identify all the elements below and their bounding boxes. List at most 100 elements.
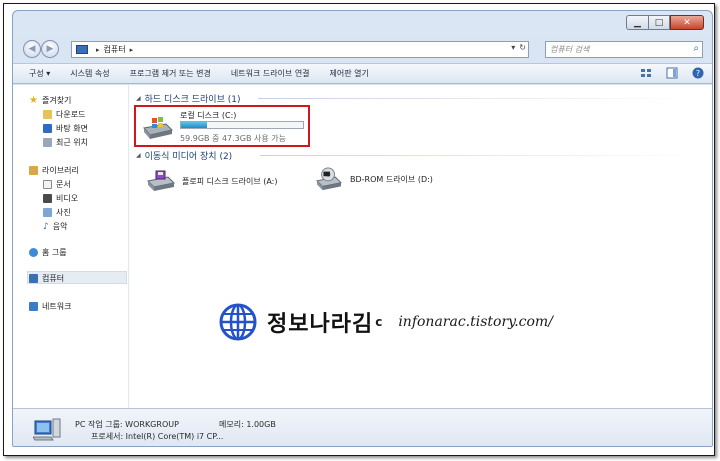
floppy-drive-icon <box>146 170 176 191</box>
breadcrumb-separator: ▸ <box>129 45 134 54</box>
open-control-panel-button[interactable]: 제어판 열기 <box>330 68 369 79</box>
command-bar: 구성 ▾ 시스템 속성 프로그램 제거 또는 변경 네트워크 드라이브 연결 제… <box>13 63 712 84</box>
address-bar[interactable]: ▸ 컴퓨터 ▸ ▾ ↻ <box>71 41 529 58</box>
workstation-icon <box>33 418 61 441</box>
local-disk-icon <box>143 117 173 139</box>
workgroup-info: PC 작업 그룹: WORKGROUP <box>75 420 179 429</box>
nav-favorites[interactable]: ★ 즐겨찾기 <box>29 95 71 106</box>
libraries-icon <box>29 166 38 175</box>
breadcrumb-separator: ▸ <box>96 45 100 54</box>
documents-icon <box>43 180 52 189</box>
bdrom-drive-tile[interactable]: BD-ROM 드라이브 (D:) <box>314 167 433 191</box>
nav-homegroup[interactable]: 홈 그룹 <box>29 247 67 258</box>
main-pane: ◢ 하드 디스크 드라이브 (1) 로컬 디스크 (C:) 59.9GB 중 4… <box>130 85 712 408</box>
system-properties-button[interactable]: 시스템 속성 <box>70 68 109 79</box>
forward-button[interactable]: ▶ <box>41 40 59 58</box>
computer-icon <box>76 45 88 54</box>
view-controls: ? <box>640 67 704 79</box>
nav-music[interactable]: ♪ 음악 <box>43 221 67 232</box>
group-divider <box>260 155 698 156</box>
organize-button[interactable]: 구성 ▾ <box>29 68 50 79</box>
group-label: 이동식 미디어 장치 (2) <box>144 152 233 162</box>
nav-videos[interactable]: 비디오 <box>43 193 78 204</box>
help-icon[interactable]: ? <box>692 67 704 79</box>
drive-c-free-space: 59.9GB 중 47.3GB 사용 가능 <box>180 134 286 143</box>
pictures-icon <box>43 208 52 217</box>
view-options-icon[interactable] <box>640 67 652 79</box>
nav-recent[interactable]: 최근 위치 <box>43 137 88 148</box>
bdrom-drive-icon <box>316 167 342 191</box>
bdrom-drive-label: BD-ROM 드라이브 (D:) <box>350 174 433 184</box>
refresh-icon[interactable]: ↻ <box>519 43 526 52</box>
floppy-drive-tile[interactable]: 플로피 디스크 드라이브 (A:) <box>146 169 278 193</box>
drive-c-tile[interactable]: 로컬 디스크 (C:) 59.9GB 중 47.3GB 사용 가능 <box>134 105 310 147</box>
nav-label: 문서 <box>56 180 71 189</box>
downloads-folder-icon <box>43 110 52 119</box>
address-tools: ▾ ↻ <box>511 43 526 52</box>
nav-label: 라이브러리 <box>42 166 79 175</box>
network-icon <box>29 302 38 311</box>
removable-group-header[interactable]: ◢ 이동식 미디어 장치 (2) <box>136 149 232 162</box>
close-button[interactable]: ✕ <box>670 15 704 30</box>
collapse-triangle-icon[interactable]: ◢ <box>136 95 141 102</box>
nav-computer[interactable]: 컴퓨터 <box>29 273 64 284</box>
group-divider <box>258 98 698 99</box>
collapse-triangle-icon[interactable]: ◢ <box>136 152 141 159</box>
screenshot-stage: ▁ □ ✕ ◀ ▶ ▸ 컴퓨터 ▸ ▾ ↻ 컴퓨터 검색 ⌕ 구성 ▾ 시스템 … <box>0 0 720 461</box>
watermark: 정보나라김 c infonarac.tistory.com/ <box>219 303 553 341</box>
group-label: 하드 디스크 드라이브 (1) <box>144 95 241 105</box>
videos-icon <box>43 194 52 203</box>
preview-pane-icon[interactable] <box>666 67 678 79</box>
search-placeholder: 컴퓨터 검색 <box>550 45 590 54</box>
drive-c-name: 로컬 디스크 (C:) <box>180 111 237 120</box>
processor-info: 프로세서: Intel(R) Core(TM) i7 CP... <box>91 432 224 441</box>
svg-text:?: ? <box>696 69 700 78</box>
computer-icon <box>29 274 38 283</box>
star-icon: ★ <box>29 95 38 106</box>
navigation-pane: ★ 즐겨찾기 다운로드 바탕 화면 최근 위치 라이브러리 문서 비디오 사진 … <box>13 85 129 408</box>
drive-c-usage-fill <box>181 122 207 128</box>
map-network-drive-button[interactable]: 네트워크 드라이브 연결 <box>231 68 310 79</box>
nav-label: 최근 위치 <box>56 138 88 147</box>
nav-documents[interactable]: 문서 <box>43 179 71 190</box>
watermark-title: 정보나라김 <box>267 312 374 337</box>
back-button[interactable]: ◀ <box>23 40 41 58</box>
image-frame: ▁ □ ✕ ◀ ▶ ▸ 컴퓨터 ▸ ▾ ↻ 컴퓨터 검색 ⌕ 구성 ▾ 시스템 … <box>3 3 715 456</box>
hdd-group-header[interactable]: ◢ 하드 디스크 드라이브 (1) <box>136 92 240 105</box>
globe-icon <box>219 303 257 341</box>
nav-label: 즐겨찾기 <box>41 96 72 105</box>
nav-label: 사진 <box>56 208 71 217</box>
drive-c-usage-bar <box>180 121 304 129</box>
floppy-drive-label: 플로피 디스크 드라이브 (A:) <box>182 176 278 186</box>
nav-libraries[interactable]: 라이브러리 <box>29 165 79 176</box>
nav-label: 다운로드 <box>56 110 86 119</box>
nav-label: 네트워크 <box>42 302 72 311</box>
homegroup-icon <box>29 248 38 257</box>
nav-label: 음악 <box>52 222 68 231</box>
address-row: ◀ ▶ ▸ 컴퓨터 ▸ ▾ ↻ 컴퓨터 검색 ⌕ <box>13 35 712 63</box>
nav-pictures[interactable]: 사진 <box>43 207 71 218</box>
nav-label: 바탕 화면 <box>56 124 88 133</box>
nav-network[interactable]: 네트워크 <box>29 301 71 312</box>
uninstall-program-button[interactable]: 프로그램 제거 또는 변경 <box>130 68 211 79</box>
window-controls: ▁ □ ✕ <box>626 15 704 30</box>
explorer-window: ▁ □ ✕ ◀ ▶ ▸ 컴퓨터 ▸ ▾ ↻ 컴퓨터 검색 ⌕ 구성 ▾ 시스템 … <box>12 10 713 447</box>
address-dropdown-icon[interactable]: ▾ <box>511 43 515 52</box>
nav-desktop[interactable]: 바탕 화면 <box>43 123 88 134</box>
music-icon: ♪ <box>43 221 49 232</box>
recent-places-icon <box>43 138 52 147</box>
search-input[interactable]: 컴퓨터 검색 ⌕ <box>545 41 703 58</box>
copyright-icon: c <box>375 315 383 329</box>
nav-downloads[interactable]: 다운로드 <box>43 109 85 120</box>
content-area: ★ 즐겨찾기 다운로드 바탕 화면 최근 위치 라이브러리 문서 비디오 사진 … <box>13 85 712 408</box>
desktop-icon <box>43 124 52 133</box>
nav-label: 홈 그룹 <box>42 248 67 257</box>
watermark-url: infonarac.tistory.com/ <box>398 314 553 330</box>
minimize-button[interactable]: ▁ <box>626 15 648 30</box>
nav-label: 컴퓨터 <box>42 274 65 283</box>
details-pane: PC 작업 그룹: WORKGROUP 메모리: 1.00GB 프로세서: In… <box>13 408 712 446</box>
search-icon[interactable]: ⌕ <box>693 43 699 54</box>
breadcrumb-computer[interactable]: 컴퓨터 <box>104 44 126 55</box>
memory-info: 메모리: 1.00GB <box>219 420 276 429</box>
maximize-button[interactable]: □ <box>648 15 670 30</box>
